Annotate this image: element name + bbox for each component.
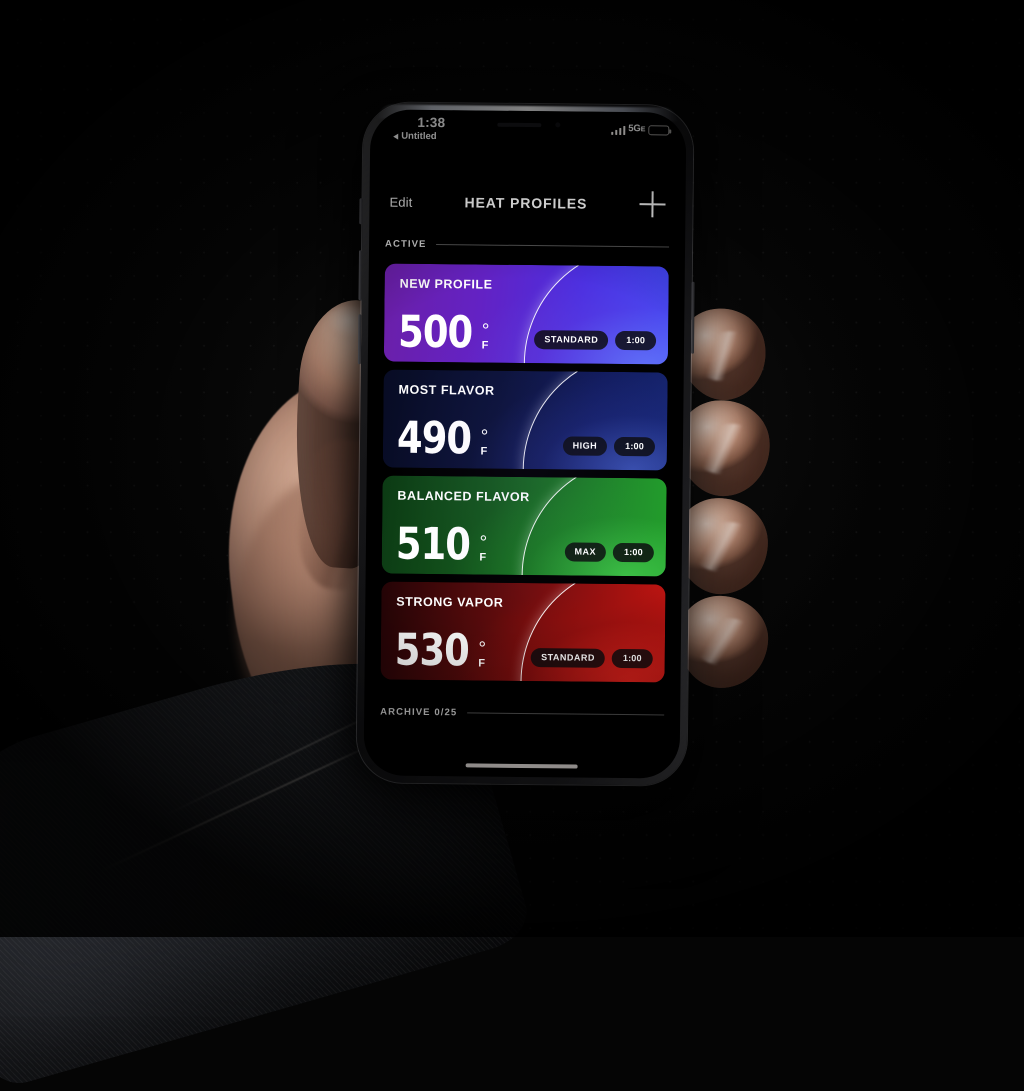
degree-symbol: ° (479, 532, 488, 554)
cellular-signal-icon (611, 126, 626, 136)
temperature-value: 510 (395, 518, 471, 571)
earpiece-speaker-icon (496, 122, 541, 127)
temperature-value: 530 (394, 624, 470, 677)
phone-screen: 1:38 Untitled 5GE Edit HEAT PROFILES ACT… (363, 109, 687, 779)
navigation-bar: Edit HEAT PROFILES (369, 179, 685, 226)
profile-card-new-profile[interactable]: NEW PROFILE 500 ° F STANDARD 1:00 (383, 263, 669, 365)
temperature-unit: ° F (478, 638, 487, 670)
archive-section-divider (467, 711, 665, 715)
profile-badges: HIGH 1:00 (562, 436, 656, 457)
network-type-label: 5GE (628, 123, 646, 135)
finger-pinky-highlight (692, 618, 760, 666)
back-to-app-label: Untitled (401, 130, 437, 143)
degree-symbol: ° (481, 320, 490, 342)
active-section-divider (436, 243, 670, 247)
degree-symbol: ° (480, 426, 489, 448)
profile-card-most-flavor[interactable]: MOST FLAVOR 490 ° F HIGH 1:00 (382, 369, 668, 471)
volume-up-button[interactable] (358, 250, 363, 301)
temperature-scale: F (478, 657, 486, 670)
temperature-unit: ° F (479, 532, 488, 564)
back-triangle-icon (393, 133, 399, 140)
status-bar-right: 5GE (611, 123, 670, 136)
network-type-suffix: E (640, 126, 646, 134)
silent-switch[interactable] (359, 198, 363, 225)
archive-section-label: ARCHIVE 0/25 (380, 705, 458, 718)
profile-badges: STANDARD 1:00 (530, 648, 653, 669)
profiles-list: ACTIVE NEW PROFILE 500 ° F STANDARD 1:00 (364, 229, 686, 778)
duration-badge: 1:00 (611, 648, 653, 669)
profile-name: STRONG VAPOR (396, 594, 504, 610)
temperature-scale: F (480, 445, 488, 458)
degree-symbol: ° (478, 638, 487, 660)
volume-down-button[interactable] (357, 314, 362, 365)
profile-badges: STANDARD 1:00 (534, 330, 657, 351)
front-camera-icon (554, 122, 560, 128)
mode-badge: STANDARD (530, 648, 606, 668)
active-section-label: ACTIVE (385, 238, 427, 250)
duration-badge: 1:00 (615, 330, 657, 351)
duration-badge: 1:00 (614, 436, 656, 457)
temperature-unit: ° F (480, 426, 489, 458)
mode-badge: HIGH (562, 436, 608, 456)
battery-icon (648, 125, 670, 136)
profile-name: MOST FLAVOR (398, 382, 495, 398)
temperature-value: 500 (397, 306, 473, 359)
mode-badge: MAX (564, 542, 607, 562)
temperature-scale: F (481, 339, 489, 352)
profile-temperature: 530 ° F (394, 624, 487, 677)
profile-name: BALANCED FLAVOR (397, 488, 530, 505)
temperature-scale: F (479, 551, 487, 564)
profile-badges: MAX 1:00 (564, 542, 654, 563)
edit-button[interactable]: Edit (389, 194, 412, 209)
plus-icon[interactable] (639, 191, 665, 217)
profile-card-balanced-flavor[interactable]: BALANCED FLAVOR 510 ° F MAX 1:00 (381, 475, 667, 577)
temperature-value: 490 (396, 412, 472, 465)
profile-temperature: 490 ° F (396, 412, 489, 465)
mode-badge: STANDARD (534, 330, 609, 350)
smartphone-device: 1:38 Untitled 5GE Edit HEAT PROFILES ACT… (356, 102, 695, 786)
active-section-header: ACTIVE (385, 230, 670, 261)
profile-temperature: 500 ° F (397, 306, 490, 359)
phone-notch (452, 110, 605, 139)
duration-badge: 1:00 (612, 542, 654, 563)
profile-name: NEW PROFILE (399, 276, 493, 292)
profile-card-strong-vapor[interactable]: STRONG VAPOR 530 ° F STANDARD 1:00 (380, 581, 666, 683)
network-type-value: 5G (628, 123, 641, 135)
page-title: HEAT PROFILES (464, 194, 588, 212)
temperature-unit: ° F (481, 320, 490, 352)
archive-section-header[interactable]: ARCHIVE 0/25 (380, 697, 665, 728)
profile-temperature: 510 ° F (395, 518, 488, 571)
